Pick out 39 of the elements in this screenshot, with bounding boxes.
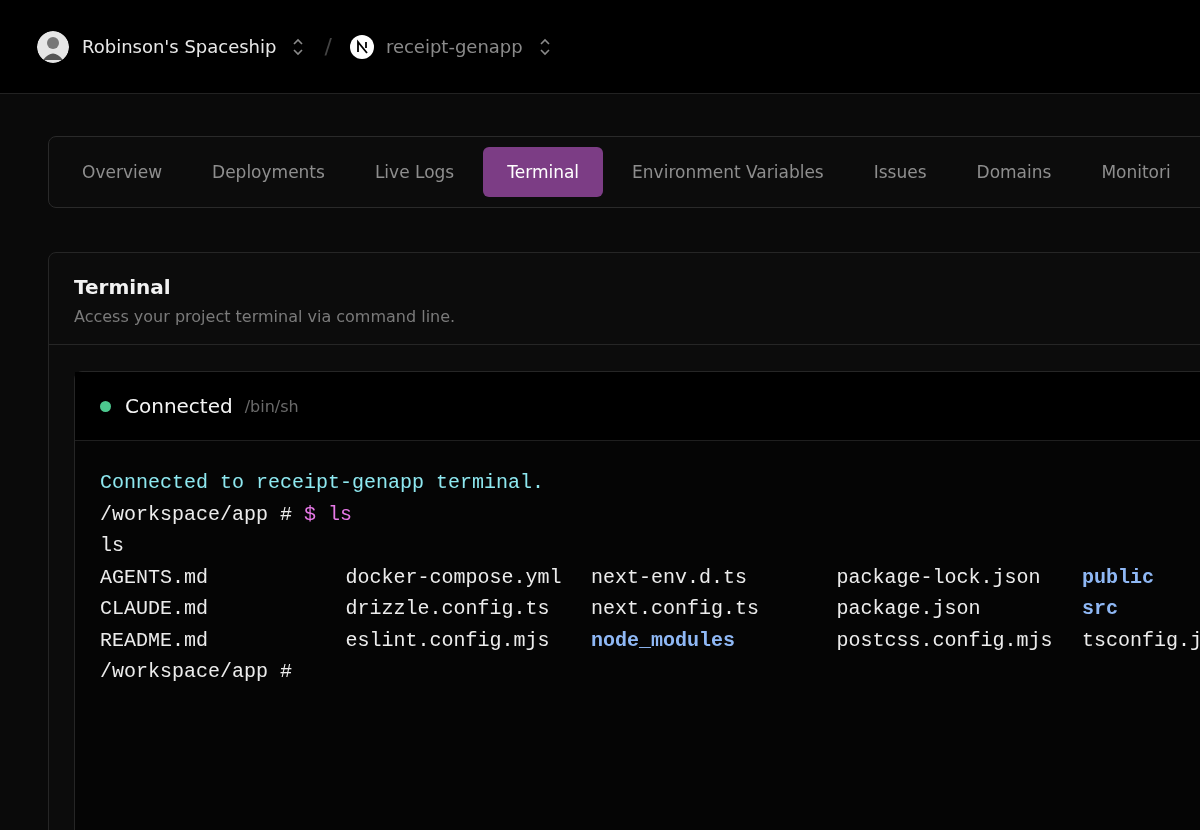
team-name[interactable]: Robinson's Spaceship [82,36,277,57]
chevron-up-down-icon[interactable] [292,36,305,57]
tab[interactable]: Overview [61,147,184,197]
file-name: drizzle.config.ts [345,596,551,622]
file-name: postcss.config.mjs [836,627,1054,654]
file-name: AGENTS.md [100,564,210,591]
tab[interactable]: Environment Variables [611,147,845,197]
tab[interactable]: Domains [955,147,1073,197]
file-name: README.md [100,627,210,654]
tab[interactable]: Issues [852,147,948,197]
prompt-command: $ ls [304,502,353,526]
file-name: CLAUDE.md [100,596,210,622]
avatar-icon [37,30,69,63]
project-logo-icon [349,34,374,59]
breadcrumb-separator: / [324,34,332,59]
file-name: tsconfig.j [1082,627,1200,654]
tab[interactable]: Terminal [483,147,604,197]
file-name: eslint.config.mjs [345,627,551,654]
tab[interactable]: Live Logs [353,147,476,197]
panel-title: Terminal [74,275,172,299]
prompt-path: /workspace/app # [100,502,293,526]
connection-status: Connected [125,394,233,418]
file-name: package.json [836,596,982,622]
shell-path: /bin/sh [244,396,299,416]
directory-name: node_modules [591,627,737,654]
file-name: next-env.d.ts [591,564,749,591]
directory-name: public [1082,564,1155,591]
tab[interactable]: Monitori [1080,147,1192,197]
file-name: next.config.ts [591,596,761,622]
file-name: docker-compose.yml [345,564,563,591]
prompt-path: /workspace/app # [100,660,293,683]
chevron-up-down-icon[interactable] [538,36,551,57]
directory-name: src [1082,596,1119,622]
project-name[interactable]: receipt-genapp [385,36,523,57]
terminal-line: Connected to receipt-genapp terminal. [100,470,546,496]
tab[interactable]: Deployments [191,147,346,197]
file-name: package-lock.json [836,564,1042,591]
terminal-line: ls [100,533,125,559]
panel-subtitle: Access your project terminal via command line. [74,307,457,326]
